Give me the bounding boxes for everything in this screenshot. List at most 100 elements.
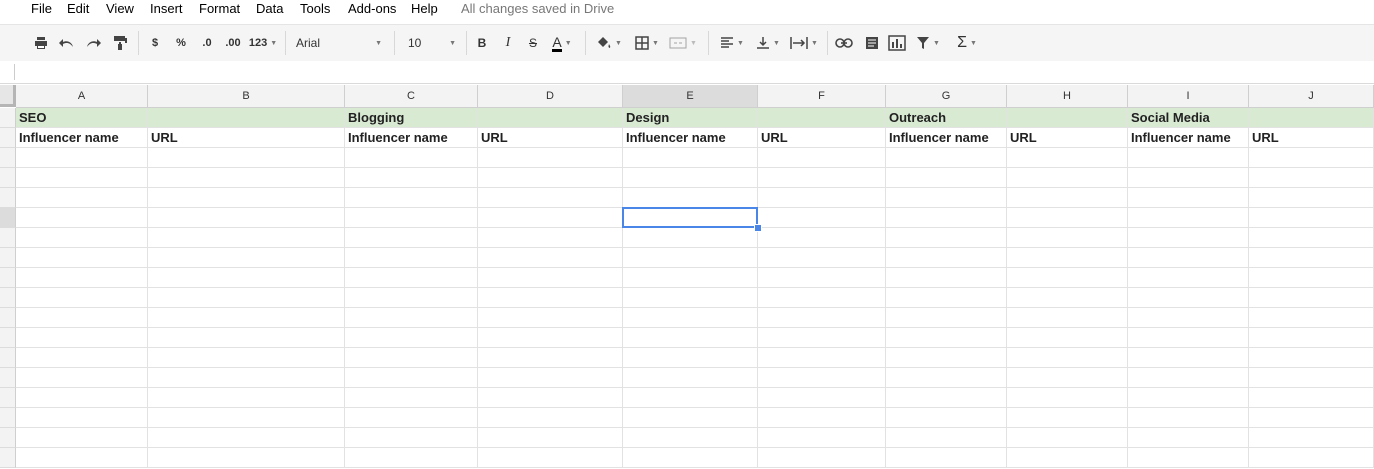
cell-c14[interactable] <box>345 368 478 388</box>
cell-a16[interactable] <box>16 408 148 428</box>
cell-h14[interactable] <box>1007 368 1128 388</box>
cell-b1[interactable] <box>148 108 345 128</box>
redo-button[interactable] <box>83 32 103 54</box>
cell-a15[interactable] <box>16 388 148 408</box>
cell-f16[interactable] <box>758 408 886 428</box>
row-header[interactable] <box>0 408 16 428</box>
cell-f9[interactable] <box>758 268 886 288</box>
cell-c15[interactable] <box>345 388 478 408</box>
cell-d8[interactable] <box>478 248 623 268</box>
cell-e18[interactable] <box>623 448 758 468</box>
row-header[interactable] <box>0 228 16 248</box>
cell-h3[interactable] <box>1007 148 1128 168</box>
cell-j17[interactable] <box>1249 428 1374 448</box>
row-header[interactable] <box>0 248 16 268</box>
cell-i17[interactable] <box>1128 428 1249 448</box>
text-wrap-button[interactable]: ▼ <box>787 32 821 54</box>
cell-a7[interactable] <box>16 228 148 248</box>
row-header[interactable] <box>0 328 16 348</box>
cell-g11[interactable] <box>886 308 1007 328</box>
horizontal-align-button[interactable]: ▼ <box>717 32 747 54</box>
cell-b5[interactable] <box>148 188 345 208</box>
cell-j16[interactable] <box>1249 408 1374 428</box>
cell-c9[interactable] <box>345 268 478 288</box>
cell-c11[interactable] <box>345 308 478 328</box>
cell-j11[interactable] <box>1249 308 1374 328</box>
cell-h8[interactable] <box>1007 248 1128 268</box>
cell-c8[interactable] <box>345 248 478 268</box>
cell-d5[interactable] <box>478 188 623 208</box>
cell-h9[interactable] <box>1007 268 1128 288</box>
row-header[interactable] <box>0 368 16 388</box>
column-header-b[interactable]: B <box>148 85 345 108</box>
cell-b8[interactable] <box>148 248 345 268</box>
cell-i11[interactable] <box>1128 308 1249 328</box>
cell-d13[interactable] <box>478 348 623 368</box>
cell-f15[interactable] <box>758 388 886 408</box>
borders-button[interactable]: ▼ <box>632 32 662 54</box>
cell-j4[interactable] <box>1249 168 1374 188</box>
cell-c7[interactable] <box>345 228 478 248</box>
cell-h4[interactable] <box>1007 168 1128 188</box>
strikethrough-button[interactable]: S <box>525 32 541 54</box>
column-header-j[interactable]: J <box>1249 85 1374 108</box>
italic-button[interactable]: I <box>500 32 516 54</box>
cell-g5[interactable] <box>886 188 1007 208</box>
cell-c5[interactable] <box>345 188 478 208</box>
cell-e9[interactable] <box>623 268 758 288</box>
cell-f5[interactable] <box>758 188 886 208</box>
cell-i7[interactable] <box>1128 228 1249 248</box>
cell-a4[interactable] <box>16 168 148 188</box>
cell-a5[interactable] <box>16 188 148 208</box>
cell-g3[interactable] <box>886 148 1007 168</box>
currency-format-button[interactable]: $ <box>147 32 163 54</box>
row-header[interactable] <box>0 448 16 468</box>
cell-g6[interactable] <box>886 208 1007 228</box>
percent-format-button[interactable]: % <box>173 32 189 54</box>
cell-j14[interactable] <box>1249 368 1374 388</box>
row-header[interactable] <box>0 388 16 408</box>
row-header[interactable] <box>0 168 16 188</box>
cell-c16[interactable] <box>345 408 478 428</box>
cell-f2[interactable]: URL <box>758 128 886 148</box>
cell-b16[interactable] <box>148 408 345 428</box>
menu-help[interactable]: Help <box>411 1 438 17</box>
cell-j9[interactable] <box>1249 268 1374 288</box>
cell-d1[interactable] <box>478 108 623 128</box>
cell-b9[interactable] <box>148 268 345 288</box>
cell-i8[interactable] <box>1128 248 1249 268</box>
menu-format[interactable]: Format <box>199 1 240 17</box>
cell-b18[interactable] <box>148 448 345 468</box>
cell-a18[interactable] <box>16 448 148 468</box>
cell-h2[interactable]: URL <box>1007 128 1128 148</box>
decrease-decimal-button[interactable]: .0 <box>197 32 217 54</box>
cell-c13[interactable] <box>345 348 478 368</box>
undo-button[interactable] <box>57 32 77 54</box>
cell-i4[interactable] <box>1128 168 1249 188</box>
row-header[interactable] <box>0 348 16 368</box>
spreadsheet-grid[interactable]: A B C D E F G H I J SEO Blogging Design Outreach Socia… <box>0 85 1374 469</box>
cell-b2[interactable]: URL <box>148 128 345 148</box>
cell-g12[interactable] <box>886 328 1007 348</box>
formula-bar[interactable] <box>0 61 1374 84</box>
cell-b7[interactable] <box>148 228 345 248</box>
column-header-i[interactable]: I <box>1128 85 1249 108</box>
text-color-button[interactable]: A ▼ <box>546 32 578 54</box>
cell-g16[interactable] <box>886 408 1007 428</box>
cell-j3[interactable] <box>1249 148 1374 168</box>
cell-c1[interactable]: Blogging <box>345 108 478 128</box>
cell-g7[interactable] <box>886 228 1007 248</box>
cell-i18[interactable] <box>1128 448 1249 468</box>
font-size-select[interactable]: 10 ▼ <box>408 32 456 54</box>
cell-f11[interactable] <box>758 308 886 328</box>
menu-file[interactable]: File <box>31 1 52 17</box>
cell-c12[interactable] <box>345 328 478 348</box>
cell-h17[interactable] <box>1007 428 1128 448</box>
cell-d18[interactable] <box>478 448 623 468</box>
cell-j7[interactable] <box>1249 228 1374 248</box>
cell-j12[interactable] <box>1249 328 1374 348</box>
cell-f7[interactable] <box>758 228 886 248</box>
cell-j1[interactable] <box>1249 108 1374 128</box>
filter-button[interactable]: ▼ <box>912 32 944 54</box>
cell-d12[interactable] <box>478 328 623 348</box>
